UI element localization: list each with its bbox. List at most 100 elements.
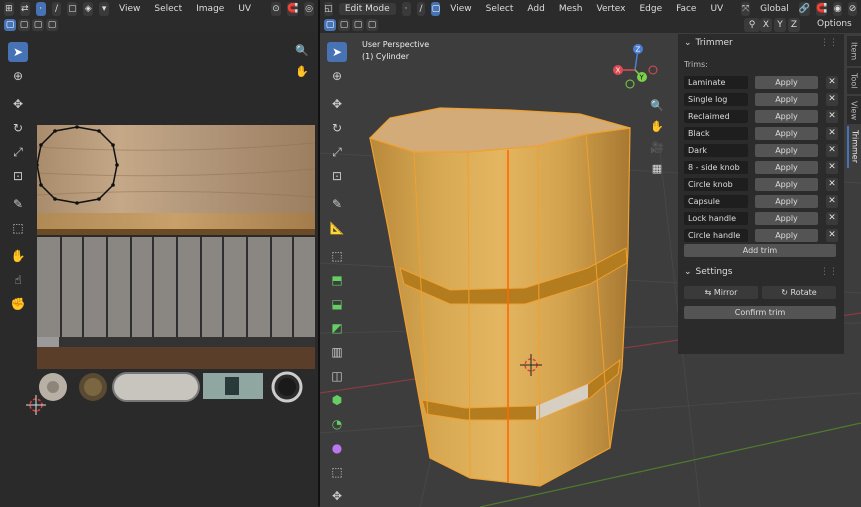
trim-apply-button[interactable]: Apply (755, 195, 818, 208)
vp-transform-tool-icon[interactable]: ⊡ (327, 166, 347, 186)
move-tool-icon[interactable]: ✥ (8, 94, 28, 114)
relax-tool-icon[interactable]: ☝ (8, 270, 28, 290)
vp-annotate-tool-icon[interactable]: ✎ (327, 194, 347, 214)
scale-tool-icon[interactable]: ⤢ (8, 142, 28, 162)
trim-apply-button[interactable]: Apply (755, 212, 818, 225)
vp-select-invert-icon[interactable]: ▢ (366, 19, 378, 31)
uv-menu-select[interactable]: Select (150, 4, 186, 14)
trim-remove-icon[interactable]: ✕ (826, 178, 838, 191)
vp-move-tool-icon[interactable]: ✥ (327, 94, 347, 114)
menu-select[interactable]: Select (482, 4, 518, 14)
confirm-trim-button[interactable]: Confirm trim (684, 306, 836, 319)
tweak-tool-icon[interactable]: ➤ (8, 42, 28, 62)
menu-uv[interactable]: UV (706, 4, 727, 14)
menu-face[interactable]: Face (672, 4, 700, 14)
mirror-z-button[interactable]: Z (788, 18, 800, 32)
face-mode-icon[interactable]: ▢ (431, 1, 441, 16)
vp-loop-cut-icon[interactable]: ▥ (327, 342, 347, 362)
uv-menu-image[interactable]: Image (192, 4, 228, 14)
vp-knife-icon[interactable]: ◫ (327, 366, 347, 386)
trim-remove-icon[interactable]: ✕ (826, 110, 838, 123)
settings-drag-handle-icon[interactable]: ⋮⋮ (820, 267, 838, 277)
trim-apply-button[interactable]: Apply (755, 161, 818, 174)
snap-toggle-icon[interactable]: 🧲 (816, 1, 828, 16)
proportional-icon[interactable]: ◎ (304, 1, 315, 16)
trim-remove-icon[interactable]: ✕ (826, 76, 838, 89)
trim-remove-icon[interactable]: ✕ (826, 144, 838, 157)
trim-remove-icon[interactable]: ✕ (826, 161, 838, 174)
settings-chevron-icon[interactable]: ⌄ (684, 267, 692, 277)
tab-tool[interactable]: Tool (847, 68, 861, 94)
select-subtract-icon[interactable]: ▢ (32, 19, 44, 31)
transform-tool-icon[interactable]: ⊡ (8, 166, 28, 186)
trim-remove-icon[interactable]: ✕ (826, 212, 838, 225)
trim-name-field[interactable]: Circle knob (684, 178, 748, 191)
trimmer-header[interactable]: ⌄ Trimmer ⋮⋮ (678, 34, 844, 52)
island-select-icon[interactable]: ◈ (83, 1, 94, 16)
vp-ortho-grid-icon[interactable]: ▦ (648, 159, 666, 177)
trim-name-field[interactable]: Black (684, 127, 748, 140)
trim-name-field[interactable]: Dark (684, 144, 748, 157)
uv-mode-icon[interactable]: ▾ (99, 1, 110, 16)
mirror-y-button[interactable]: Y (774, 18, 786, 32)
vertex-mode-icon[interactable]: · (401, 1, 411, 16)
edge-select-icon[interactable]: ∕ (51, 1, 62, 16)
proportional-edit-icon[interactable]: ◉ (833, 1, 843, 16)
menu-view[interactable]: View (446, 4, 475, 14)
edge-mode-icon[interactable]: ∕ (416, 1, 426, 16)
select-invert-icon[interactable]: ▢ (46, 19, 58, 31)
vp-select-tool-icon[interactable]: ➤ (327, 42, 347, 62)
pinch-tool-icon[interactable]: ✊ (8, 294, 28, 314)
add-trim-button[interactable]: Add trim (684, 244, 836, 257)
select-extend-icon[interactable]: ▢ (18, 19, 30, 31)
vp-camera-icon[interactable]: 🎥 (648, 138, 666, 156)
trim-name-field[interactable]: Capsule (684, 195, 748, 208)
trim-name-field[interactable]: Single log (684, 93, 748, 106)
trim-apply-button[interactable]: Apply (755, 93, 818, 106)
vp-select-subtract-icon[interactable]: ▢ (352, 19, 364, 31)
trim-apply-button[interactable]: Apply (755, 178, 818, 191)
face-select-icon[interactable]: ▢ (67, 1, 78, 16)
pivot-point-icon[interactable]: 🔗 (798, 1, 811, 16)
zoom-icon[interactable]: 🔍 (293, 41, 311, 59)
mirror-axis-icon[interactable]: ⚲ (744, 18, 760, 32)
select-box-icon[interactable]: ▢ (4, 19, 16, 31)
settings-header[interactable]: ⌄ Settings ⋮⋮ (678, 263, 844, 281)
overlay-icon[interactable]: ⊘ (848, 1, 857, 16)
uv-2d-cursor-icon[interactable] (26, 395, 46, 415)
vp-measure-tool-icon[interactable]: 📐 (327, 218, 347, 238)
vp-bevel-icon[interactable]: ◩ (327, 318, 347, 338)
mirror-button[interactable]: ⇆ Mirror (684, 286, 758, 299)
vp-select-extend-icon[interactable]: ▢ (338, 19, 350, 31)
trim-name-field[interactable]: Reclaimed (684, 110, 748, 123)
mirror-x-button[interactable]: X (760, 18, 772, 32)
vp-shrink-icon[interactable]: ✥ (327, 486, 347, 506)
editor-type-3d-icon[interactable]: ◱ (324, 1, 333, 16)
annotate-tool-icon[interactable]: ✎ (8, 194, 28, 214)
menu-mesh[interactable]: Mesh (555, 4, 587, 14)
uv-menu-view[interactable]: View (115, 4, 144, 14)
trim-name-field[interactable]: Circle handle (684, 229, 748, 242)
rip-tool-icon[interactable]: ⬚ (8, 218, 28, 238)
trim-name-field[interactable]: Lock handle (684, 212, 748, 225)
vp-zoom-icon[interactable]: 🔍 (648, 96, 666, 114)
vp-scale-tool-icon[interactable]: ⤢ (327, 142, 347, 162)
vp-select-box-icon[interactable]: ▢ (324, 19, 336, 31)
cursor-tool-icon[interactable]: ⊕ (8, 66, 28, 86)
vp-edge-slide-icon[interactable]: ⬚ (327, 462, 347, 482)
menu-vertex[interactable]: Vertex (593, 4, 630, 14)
vp-add-cube-icon[interactable]: ⬚ (327, 246, 347, 266)
uv-texture-atlas[interactable] (37, 125, 315, 405)
vp-pan-icon[interactable]: ✋ (648, 117, 666, 135)
tab-view[interactable]: View (847, 96, 861, 124)
vp-smooth-icon[interactable]: ● (327, 438, 347, 458)
vp-extrude-icon[interactable]: ⬒ (327, 270, 347, 290)
trim-remove-icon[interactable]: ✕ (826, 127, 838, 140)
vp-poly-build-icon[interactable]: ⬢ (327, 390, 347, 410)
vertex-select-icon[interactable]: · (35, 1, 46, 16)
grab-tool-icon[interactable]: ✋ (8, 246, 28, 266)
editor-type-icon[interactable]: ⊞ (4, 1, 14, 16)
orientation-icon[interactable]: ⤧ (741, 1, 751, 16)
trim-apply-button[interactable]: Apply (755, 76, 818, 89)
trim-remove-icon[interactable]: ✕ (826, 229, 838, 242)
